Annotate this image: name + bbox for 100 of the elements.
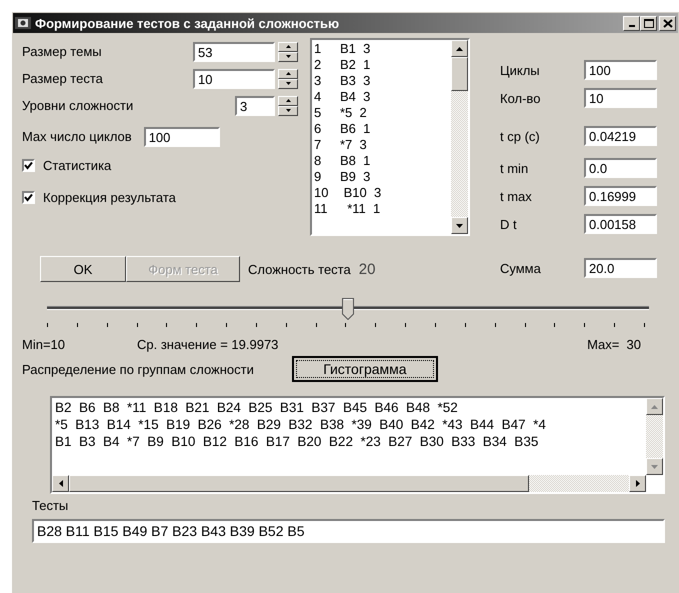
number-field[interactable]: 53 <box>193 42 275 62</box>
tick-mark <box>196 323 198 327</box>
group-line: В1 В3 В4 *7 В9 В10 В12 В16 В17 В20 В22 *23 В27 В30 В33 В34 В35 <box>55 433 540 450</box>
tick-mark <box>76 323 78 327</box>
tick-mark <box>136 323 138 327</box>
stat-label: t min <box>499 160 530 176</box>
stat-label: Кол-во <box>499 90 542 106</box>
tick-mark <box>47 323 48 327</box>
stat-field[interactable]: 10 <box>584 88 657 108</box>
up-arrow-icon <box>286 45 290 48</box>
stat-label: t ср (с) <box>499 128 541 144</box>
up-arrow-icon <box>286 99 290 102</box>
tick-mark <box>554 323 556 327</box>
checkbox[interactable] <box>22 190 35 204</box>
close-button[interactable] <box>659 16 676 30</box>
field-label: Размер теста <box>22 71 103 86</box>
field-label: Max число циклов <box>22 129 132 144</box>
tick-mark <box>166 323 168 327</box>
stat-label: t max <box>499 188 533 204</box>
stat-label: Циклы <box>499 62 541 78</box>
list-item[interactable]: 2 В2 1 <box>314 57 449 73</box>
list-item[interactable]: 1 В1 3 <box>314 41 449 57</box>
list-item[interactable]: 7 *7 3 <box>314 137 449 153</box>
vertical-scrollbar[interactable] <box>646 398 663 475</box>
maximize-icon <box>644 18 654 28</box>
tick-mark <box>524 323 526 327</box>
list-item[interactable]: 4 В4 3 <box>314 89 449 105</box>
checkbox-label: Статистика <box>43 158 112 172</box>
right-arrow-icon <box>636 480 640 487</box>
histogram-button[interactable]: Гистограмма <box>292 356 438 382</box>
up-arrow-icon <box>651 404 658 408</box>
list-item[interactable]: 9 В9 3 <box>314 169 449 185</box>
list-item[interactable]: 3 В3 3 <box>314 73 449 89</box>
tick-mark <box>584 323 586 327</box>
checkbox[interactable] <box>22 158 35 172</box>
stat-field[interactable]: 0.16999 <box>584 186 657 206</box>
film-icon <box>15 16 31 30</box>
slider-thumb[interactable] <box>342 298 354 320</box>
maximize-button[interactable] <box>640 16 657 30</box>
scroll-thumb[interactable] <box>451 57 468 91</box>
horizontal-scrollbar[interactable] <box>52 475 646 492</box>
sum-field[interactable]: 20.0 <box>584 258 657 278</box>
list-item[interactable]: 5 *5 2 <box>314 105 449 121</box>
tick-mark <box>434 323 436 327</box>
down-arrow-icon <box>651 464 658 468</box>
max-label: Max= 30 <box>587 337 641 352</box>
stat-field[interactable]: 100 <box>584 60 657 80</box>
tick-mark <box>256 323 257 327</box>
slider-track[interactable] <box>47 298 649 320</box>
up-arrow-icon <box>286 72 290 75</box>
field-label: Размер темы <box>22 44 102 59</box>
slider-thumb-icon <box>342 298 354 320</box>
spinner-control[interactable] <box>278 96 298 116</box>
down-arrow-icon <box>456 224 463 228</box>
down-arrow-icon <box>286 82 290 85</box>
minimize-icon <box>628 25 634 27</box>
list-item[interactable]: 6 В6 1 <box>314 121 449 137</box>
window-title: Формирование тестов с заданной сложностью <box>35 16 340 30</box>
scroll-thumb[interactable] <box>69 475 529 492</box>
checkmark-icon <box>24 160 33 170</box>
stat-label: D t <box>499 216 518 232</box>
stat-field[interactable]: 0.0 <box>584 158 657 178</box>
number-field[interactable]: 3 <box>235 96 275 116</box>
number-field[interactable]: 100 <box>144 126 220 146</box>
spinner-control[interactable] <box>278 68 298 88</box>
group-line: В2 В6 В8 *11 В18 В21 В24 В25 В31 В37 В45 В46 В48 *52 <box>55 399 459 416</box>
checkbox-label: Коррекция результата <box>43 190 176 204</box>
tick-mark <box>494 323 496 327</box>
up-arrow-icon <box>456 46 463 50</box>
stat-field[interactable]: 0.04219 <box>584 126 657 146</box>
push-button[interactable]: OK <box>40 256 126 282</box>
difficulty-label: Сложность теста <box>248 262 351 276</box>
sum-label: Сумма <box>499 260 542 276</box>
field-label: Уровни сложности <box>22 98 134 113</box>
spinner-control[interactable] <box>278 42 298 62</box>
tick-mark <box>345 323 346 327</box>
tick-mark <box>464 323 466 327</box>
mean-label: Ср. значение = 19.9973 <box>137 337 278 352</box>
list-item[interactable]: 8 В8 1 <box>314 153 449 169</box>
tick-mark <box>375 323 376 327</box>
tests-field[interactable]: В28 В11 В15 В49 В7 В23 В43 В39 В52 В5 <box>32 519 665 543</box>
down-arrow-icon <box>286 55 290 58</box>
tick-mark <box>286 323 287 327</box>
tick-mark <box>644 323 645 327</box>
list-item[interactable]: 11 *11 1 <box>314 201 449 217</box>
close-icon <box>662 18 672 28</box>
left-arrow-icon <box>58 480 62 487</box>
tick-mark <box>405 323 406 327</box>
checkmark-icon <box>24 192 33 202</box>
list-item[interactable]: 10 В10 3 <box>314 185 449 201</box>
groups-text-area[interactable]: В2 В6 В8 *11 В18 В21 В24 В25 В31 В37 В45 В46 В48 *52 *5 В13 В14 *15 В19 В26 *28 В29 В32 В38 *39 В40 В42 *43 В44 В47 *4 В1 В3 В4 *7 В9 В10 В12 В16 В17 В20 В22 *23 В27 В30 В33 В34 В35 <box>50 396 665 494</box>
group-line: *5 В13 В14 *15 В19 В26 *28 В29 В32 В38 *39 В40 В42 *43 В44 В47 *4 <box>55 416 547 433</box>
tick-mark <box>226 323 228 327</box>
vertical-scrollbar[interactable] <box>451 40 468 234</box>
min-label: Min=10 <box>22 337 65 352</box>
stat-field[interactable]: 0.00158 <box>584 214 657 234</box>
number-field[interactable]: 10 <box>193 68 275 88</box>
minimize-button[interactable] <box>623 16 640 30</box>
tick-mark <box>614 323 616 327</box>
distribution-label: Распределение по группам сложности <box>22 362 254 376</box>
